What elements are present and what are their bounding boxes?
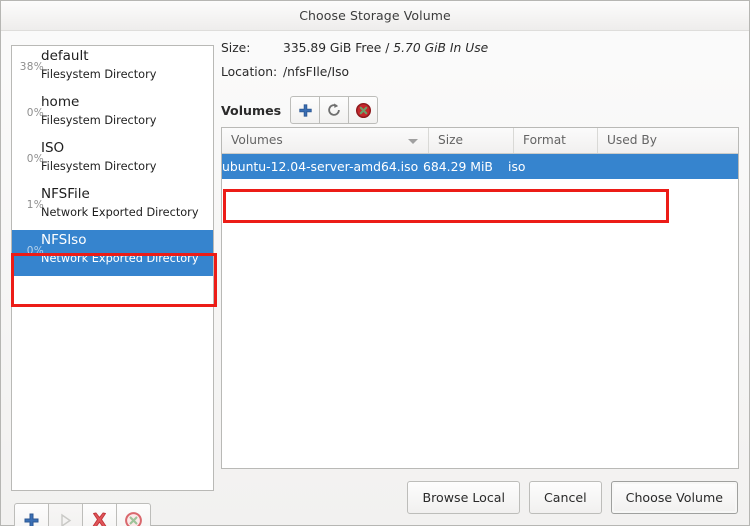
pool-list-item-nfsiso[interactable]: 0% NFSIso Network Exported Directory [12,230,213,276]
volume-size-cell: 684.29 MiB [423,159,493,174]
refresh-icon [328,103,340,116]
choose-volume-button[interactable]: Choose Volume [610,481,738,514]
chevron-down-icon [408,139,418,144]
column-header-label: Format [523,133,566,147]
column-header-size[interactable]: Size [429,128,514,153]
pool-name: home [41,94,80,110]
pool-type: Network Exported Directory [41,206,199,219]
column-header-label: Used By [607,133,657,147]
delete-volume-button[interactable] [348,96,379,124]
dialog-body: 38% default Filesystem Directory 0% home… [1,31,749,526]
column-header-used-by[interactable]: Used By [598,128,738,153]
column-header-volumes[interactable]: Volumes [222,128,429,153]
pool-list-item-iso[interactable]: 0% ISO Filesystem Directory [12,138,213,184]
pool-usage-percent: 0% [26,107,44,119]
size-used-value: 5.70 GiB In Use [393,41,489,55]
pool-usage-percent: 1% [26,199,44,211]
plus-icon [298,103,312,117]
volumes-toolbar: Volumes [221,95,739,125]
cancel-button[interactable]: Cancel [528,481,602,514]
volume-name-cell: ubuntu-12.04-server-amd64.iso [222,159,419,174]
pool-usage-percent: 0% [26,245,44,257]
location-label: Location: [221,65,278,79]
title-bar: Choose Storage Volume [1,1,749,31]
pool-type: Filesystem Directory [41,68,157,81]
pool-usage-percent: 38% [19,61,44,73]
pool-name: ISO [41,140,65,156]
location-value: /nfsFIle/Iso [283,65,350,79]
pool-name: NFSFile [41,186,90,202]
column-header-format[interactable]: Format [514,128,598,153]
add-pool-button[interactable] [14,503,49,526]
delete-pool-button[interactable] [82,503,117,526]
pool-toolbar [14,503,151,526]
size-label: Size: [221,41,251,55]
play-icon [61,513,72,526]
pool-type: Filesystem Directory [41,114,157,127]
stop-pool-button[interactable] [116,503,151,526]
new-volume-button[interactable] [290,96,321,124]
location-row: Location: /nfsFIle/Iso [221,65,739,89]
volumes-table-body: ubuntu-12.04-server-amd64.iso 684.29 MiB… [222,154,738,179]
red-x-icon [92,512,107,526]
volume-format-cell: iso [508,159,526,174]
pool-list-item-home[interactable]: 0% home Filesystem Directory [12,92,213,138]
column-header-label: Volumes [231,133,283,147]
volumes-table[interactable]: Volumes Size Format Used By ubuntu-12.04… [221,127,739,469]
dialog-action-buttons: Browse Local Cancel Choose Volume [407,481,738,514]
storage-pool-list[interactable]: 38% default Filesystem Directory 0% home… [11,45,214,491]
pool-type: Network Exported Directory [41,252,199,265]
size-value: 335.89 GiB Free / 5.70 GiB In Use [283,41,488,55]
size-free-value: 335.89 GiB Free / [283,41,390,55]
pool-list-item-default[interactable]: 38% default Filesystem Directory [12,46,213,92]
pool-name: NFSIso [41,232,87,248]
plus-icon [24,513,39,526]
choose-storage-volume-dialog: Choose Storage Volume 38% default Filesy… [0,0,750,526]
stop-circle-icon [355,102,371,118]
volumes-table-header: Volumes Size Format Used By [222,128,738,154]
column-header-label: Size [438,133,464,147]
pool-name: default [41,48,89,64]
start-pool-button[interactable] [48,503,83,526]
pool-usage-percent: 0% [26,153,44,165]
pool-type: Filesystem Directory [41,160,157,173]
table-row[interactable]: ubuntu-12.04-server-amd64.iso 684.29 MiB… [222,154,738,179]
window-title: Choose Storage Volume [299,8,451,23]
pool-detail-pane: Size: 335.89 GiB Free / 5.70 GiB In Use … [221,41,739,469]
stop-circle-icon [125,512,142,526]
refresh-volumes-button[interactable] [319,96,350,124]
pool-list-item-nfsfile[interactable]: 1% NFSFile Network Exported Directory [12,184,213,230]
browse-local-button[interactable]: Browse Local [407,481,520,514]
size-row: Size: 335.89 GiB Free / 5.70 GiB In Use [221,41,739,65]
volumes-toolbar-label: Volumes [221,102,282,118]
